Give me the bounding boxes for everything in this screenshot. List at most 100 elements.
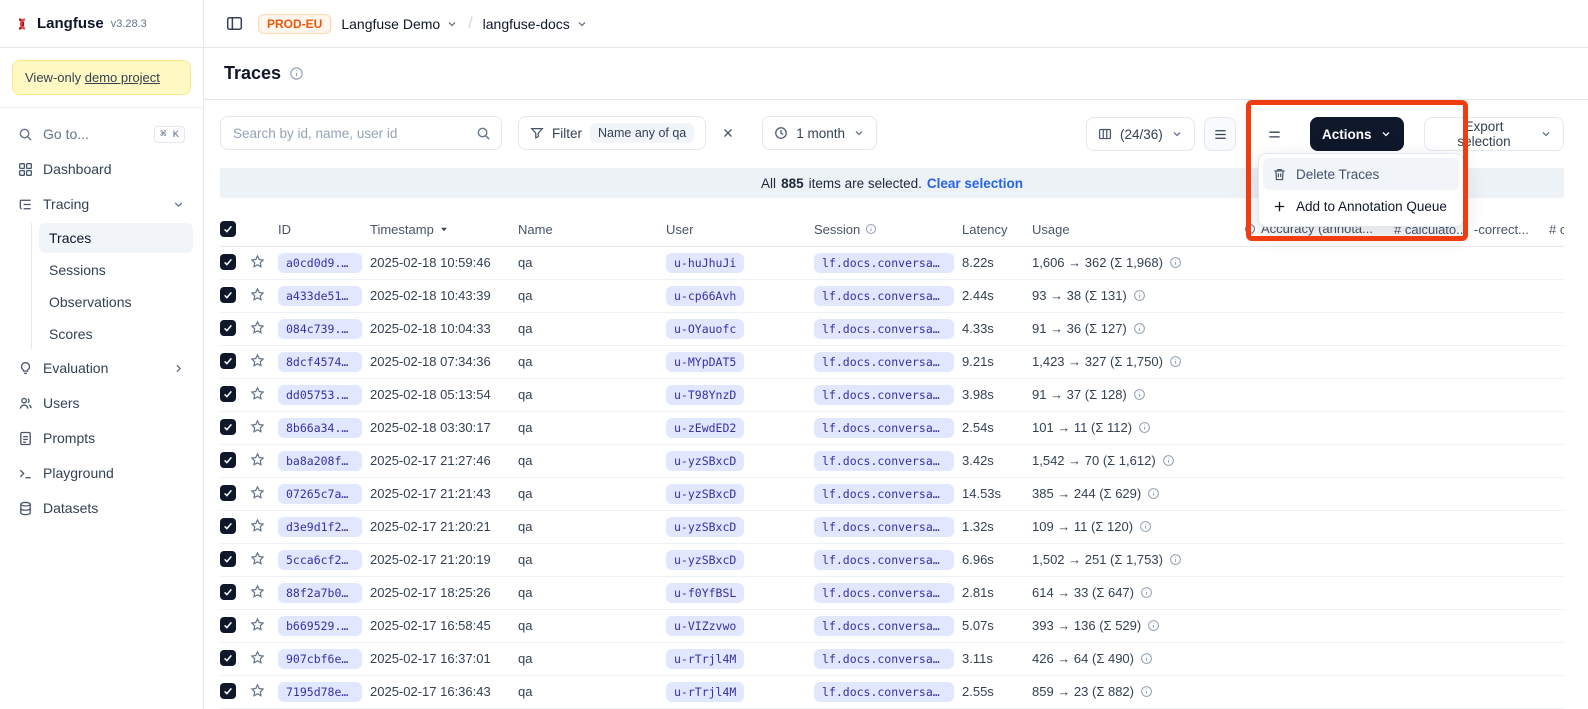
sidebar-toggle-button[interactable] [220, 10, 248, 38]
trace-id-pill[interactable]: b669529... [278, 616, 362, 636]
row-checkbox[interactable] [220, 617, 236, 633]
trace-id-pill[interactable]: a0cd0d9... [278, 253, 362, 273]
col-header-user[interactable]: User [666, 222, 693, 237]
col-header-session[interactable]: Session [814, 222, 877, 237]
search-input[interactable] [221, 126, 472, 141]
table-row[interactable]: 084c739... 2025-02-18 10:04:33 qa u-OYau… [220, 312, 1564, 345]
bookmark-star-icon[interactable] [250, 617, 265, 632]
user-pill[interactable]: u-huJhuJi [666, 253, 744, 273]
trace-id-pill[interactable]: d3e9d1f2... [278, 517, 362, 537]
table-row[interactable]: 7195d78e... 2025-02-17 16:36:43 qa u-rTr… [220, 675, 1564, 708]
row-checkbox[interactable] [220, 650, 236, 666]
session-pill[interactable]: lf.docs.conversation... [814, 352, 954, 372]
bookmark-star-icon[interactable] [250, 353, 265, 368]
clear-selection-link[interactable]: Clear selection [927, 176, 1023, 191]
trace-id-pill[interactable]: 8b66a34... [278, 418, 362, 438]
search-icon[interactable] [472, 126, 501, 141]
menu-item-add-to-annotation-queue[interactable]: Add to Annotation Queue [1263, 190, 1459, 222]
col-header-latency[interactable]: Latency [962, 222, 1008, 237]
trace-id-pill[interactable]: 5cca6cf2... [278, 550, 362, 570]
row-checkbox[interactable] [220, 320, 236, 336]
col-header-usage[interactable]: Usage [1032, 222, 1070, 237]
session-pill[interactable]: lf.docs.conversation... [814, 616, 954, 636]
table-row[interactable]: ba8a208f... 2025-02-17 21:27:46 qa u-yzS… [220, 444, 1564, 477]
bookmark-star-icon[interactable] [250, 650, 265, 665]
sidebar-item-users[interactable]: Users [10, 387, 193, 419]
col-header-name[interactable]: Name [518, 222, 553, 237]
session-pill[interactable]: lf.docs.conversation... [814, 418, 954, 438]
session-pill[interactable]: lf.docs.conversation... [814, 550, 954, 570]
col-header-calc3[interactable]: # c... [1549, 222, 1564, 237]
trace-id-pill[interactable]: 7195d78e... [278, 682, 362, 702]
bookmark-star-icon[interactable] [250, 320, 265, 335]
session-pill[interactable]: lf.docs.conversation... [814, 286, 954, 306]
row-checkbox[interactable] [220, 584, 236, 600]
row-checkbox[interactable] [220, 485, 236, 501]
table-row[interactable]: 07265c7a... 2025-02-17 21:21:43 qa u-yzS… [220, 477, 1564, 510]
row-checkbox[interactable] [220, 551, 236, 567]
column-visibility-button[interactable]: (24/36) [1086, 117, 1195, 151]
row-checkbox[interactable] [220, 518, 236, 534]
select-all-checkbox[interactable] [220, 221, 236, 237]
bookmark-star-icon[interactable] [250, 254, 265, 269]
session-pill[interactable]: lf.docs.conversation... [814, 253, 954, 273]
sidebar-item-tracing[interactable]: Tracing [10, 188, 193, 220]
user-pill[interactable]: u-T98YnzD [666, 385, 744, 405]
time-range-button[interactable]: 1 month [762, 116, 877, 150]
trace-id-pill[interactable]: dd05753... [278, 385, 362, 405]
table-row[interactable]: 907cbf6e... 2025-02-17 16:37:01 qa u-rTr… [220, 642, 1564, 675]
actions-button[interactable]: Actions [1310, 117, 1404, 151]
table-row[interactable]: 5cca6cf2... 2025-02-17 21:20:19 qa u-yzS… [220, 543, 1564, 576]
user-pill[interactable]: u-yzSBxcD [666, 451, 744, 471]
user-pill[interactable]: u-cp66Avh [666, 286, 744, 306]
row-checkbox[interactable] [220, 683, 236, 699]
filter-button[interactable]: Filter Name any of qa [518, 116, 706, 150]
row-height-medium-button[interactable] [1258, 117, 1290, 151]
session-pill[interactable]: lf.docs.conversation... [814, 319, 954, 339]
col-header-id[interactable]: ID [278, 222, 291, 237]
bookmark-star-icon[interactable] [250, 518, 265, 533]
col-header-timestamp[interactable]: Timestamp [370, 222, 449, 237]
table-row[interactable]: 88f2a7b0... 2025-02-17 18:25:26 qa u-f0Y… [220, 576, 1564, 609]
row-height-small-button[interactable] [1204, 117, 1236, 151]
table-row[interactable]: d3e9d1f2... 2025-02-17 21:20:21 qa u-yzS… [220, 510, 1564, 543]
trace-id-pill[interactable]: 907cbf6e... [278, 649, 362, 669]
user-pill[interactable]: u-MYpDAT5 [666, 352, 744, 372]
session-pill[interactable]: lf.docs.conversation... [814, 682, 954, 702]
bookmark-star-icon[interactable] [250, 683, 265, 698]
session-pill[interactable]: lf.docs.conversation... [814, 583, 954, 603]
sidebar-item-prompts[interactable]: Prompts [10, 422, 193, 454]
trace-id-pill[interactable]: 8dcf4574... [278, 352, 362, 372]
org-selector[interactable]: Langfuse Demo [341, 16, 458, 32]
bookmark-star-icon[interactable] [250, 452, 265, 467]
row-checkbox[interactable] [220, 386, 236, 402]
row-checkbox[interactable] [220, 287, 236, 303]
sidebar-item-evaluation[interactable]: Evaluation [10, 352, 193, 384]
user-pill[interactable]: u-yzSBxcD [666, 484, 744, 504]
user-pill[interactable]: u-f0YfBSL [666, 583, 744, 603]
sidebar-item-datasets[interactable]: Datasets [10, 492, 193, 524]
sidebar-item-traces[interactable]: Traces [39, 223, 193, 253]
table-row[interactable]: a433de51... 2025-02-18 10:43:39 qa u-cp6… [220, 279, 1564, 312]
sidebar-item-observations[interactable]: Observations [39, 287, 193, 317]
table-row[interactable]: a0cd0d9... 2025-02-18 10:59:46 qa u-huJh… [220, 246, 1564, 279]
bookmark-star-icon[interactable] [250, 386, 265, 401]
table-row[interactable]: 8dcf4574... 2025-02-18 07:34:36 qa u-MYp… [220, 345, 1564, 378]
col-header-calc2[interactable]: -correct... [1474, 222, 1529, 237]
bookmark-star-icon[interactable] [250, 584, 265, 599]
demo-project-link[interactable]: demo project [85, 70, 160, 85]
user-pill[interactable]: u-VIZzvwo [666, 616, 744, 636]
clear-filter-button[interactable] [714, 119, 742, 147]
session-pill[interactable]: lf.docs.conversation... [814, 385, 954, 405]
user-pill[interactable]: u-zEwdED2 [666, 418, 744, 438]
table-row[interactable]: dd05753... 2025-02-18 05:13:54 qa u-T98Y… [220, 378, 1564, 411]
trace-id-pill[interactable]: a433de51... [278, 286, 362, 306]
bookmark-star-icon[interactable] [250, 551, 265, 566]
user-pill[interactable]: u-yzSBxcD [666, 517, 744, 537]
user-pill[interactable]: u-OYauofc [666, 319, 744, 339]
trace-id-pill[interactable]: 88f2a7b0... [278, 583, 362, 603]
sidebar-item-playground[interactable]: Playground [10, 457, 193, 489]
table-row[interactable]: b669529... 2025-02-17 16:58:45 qa u-VIZz… [220, 609, 1564, 642]
session-pill[interactable]: lf.docs.conversation... [814, 484, 954, 504]
sidebar-item-dashboard[interactable]: Dashboard [10, 153, 193, 185]
